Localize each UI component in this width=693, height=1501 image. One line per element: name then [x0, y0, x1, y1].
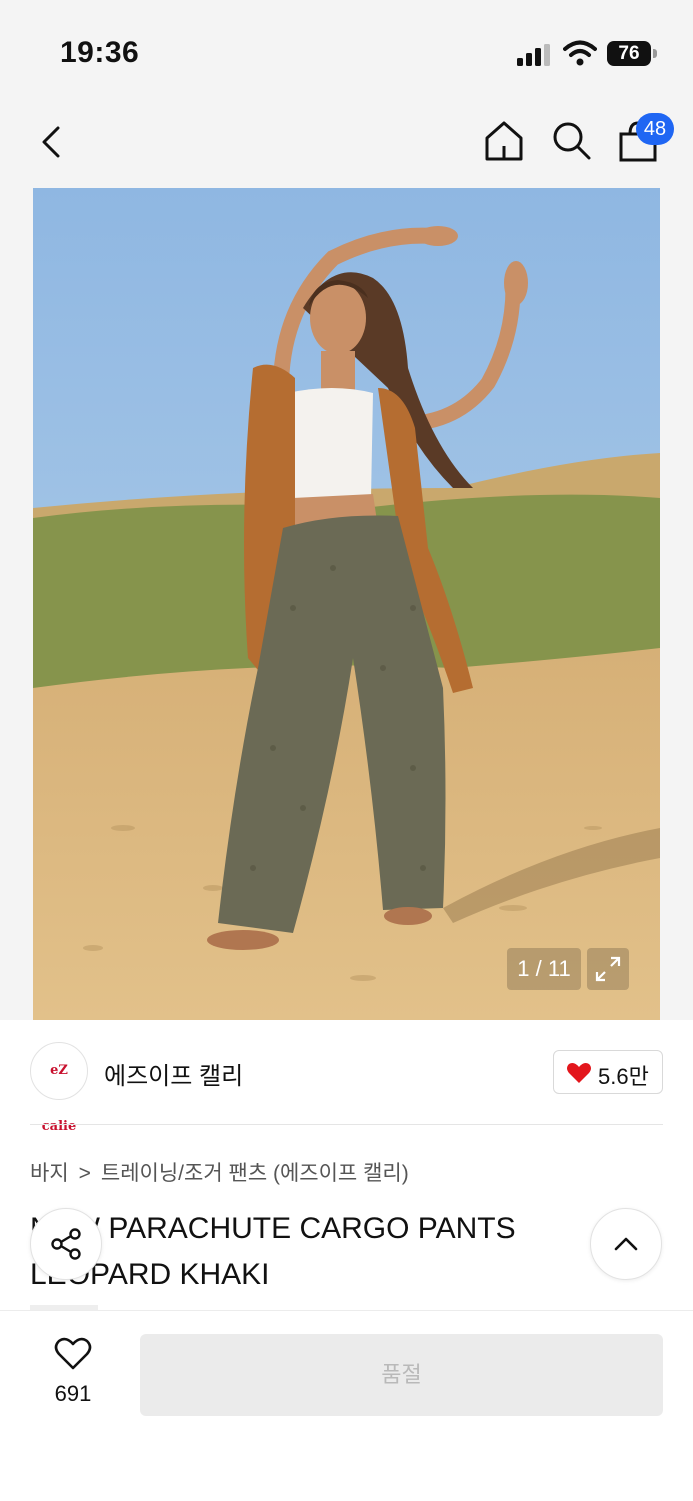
expand-icon[interactable] — [587, 948, 629, 990]
product-gallery: 1 / 11 — [0, 188, 693, 1020]
chevron-up-icon — [614, 1237, 638, 1251]
product-photo[interactable] — [33, 188, 660, 1020]
brand-name[interactable]: 에즈이프 캘리 — [104, 1056, 243, 1091]
heart-outline-icon[interactable] — [54, 1337, 92, 1371]
share-icon — [51, 1228, 81, 1260]
status-time: 19:36 — [60, 36, 140, 69]
sold-out-button[interactable]: 품절 — [140, 1334, 663, 1416]
gallery-page-counter: 1 / 11 — [507, 948, 581, 990]
breadcrumb-subcategory[interactable]: 트레이닝/조거 팬츠 (에즈이프 캘리) — [101, 1162, 409, 1185]
top-nav: 48 — [0, 100, 693, 188]
breadcrumb: 바지 > 트레이닝/조거 팬츠 (에즈이프 캘리) — [30, 1157, 409, 1187]
search-icon[interactable] — [549, 118, 593, 162]
chevron-right-icon: > — [78, 1162, 91, 1185]
cart-count-badge: 48 — [636, 113, 674, 145]
scroll-top-button[interactable] — [590, 1208, 662, 1280]
cellular-signal-icon — [517, 44, 550, 66]
brand-like-button[interactable]: 5.6만 — [553, 1050, 663, 1094]
product-title: NEW PARACHUTE CARGO PANTS LEOPARD KHAKI — [30, 1212, 516, 1291]
bottom-action-bar: 691 품절 — [0, 1310, 693, 1501]
heart-filled-icon — [567, 1063, 591, 1083]
breadcrumb-category[interactable]: 바지 — [30, 1162, 69, 1185]
divider — [30, 1124, 663, 1125]
brand-logo[interactable]: eZ calie — [30, 1042, 88, 1134]
wish-count: 691 — [54, 1381, 92, 1406]
wifi-icon — [563, 40, 597, 66]
battery-level: 76 — [607, 41, 651, 66]
back-arrow-icon[interactable] — [36, 122, 70, 162]
brand-like-count: 5.6만 — [598, 1064, 649, 1089]
share-button[interactable] — [30, 1208, 102, 1280]
battery-icon: 76 — [607, 41, 657, 66]
status-bar: 19:36 76 — [0, 0, 693, 100]
home-icon[interactable] — [482, 118, 526, 164]
